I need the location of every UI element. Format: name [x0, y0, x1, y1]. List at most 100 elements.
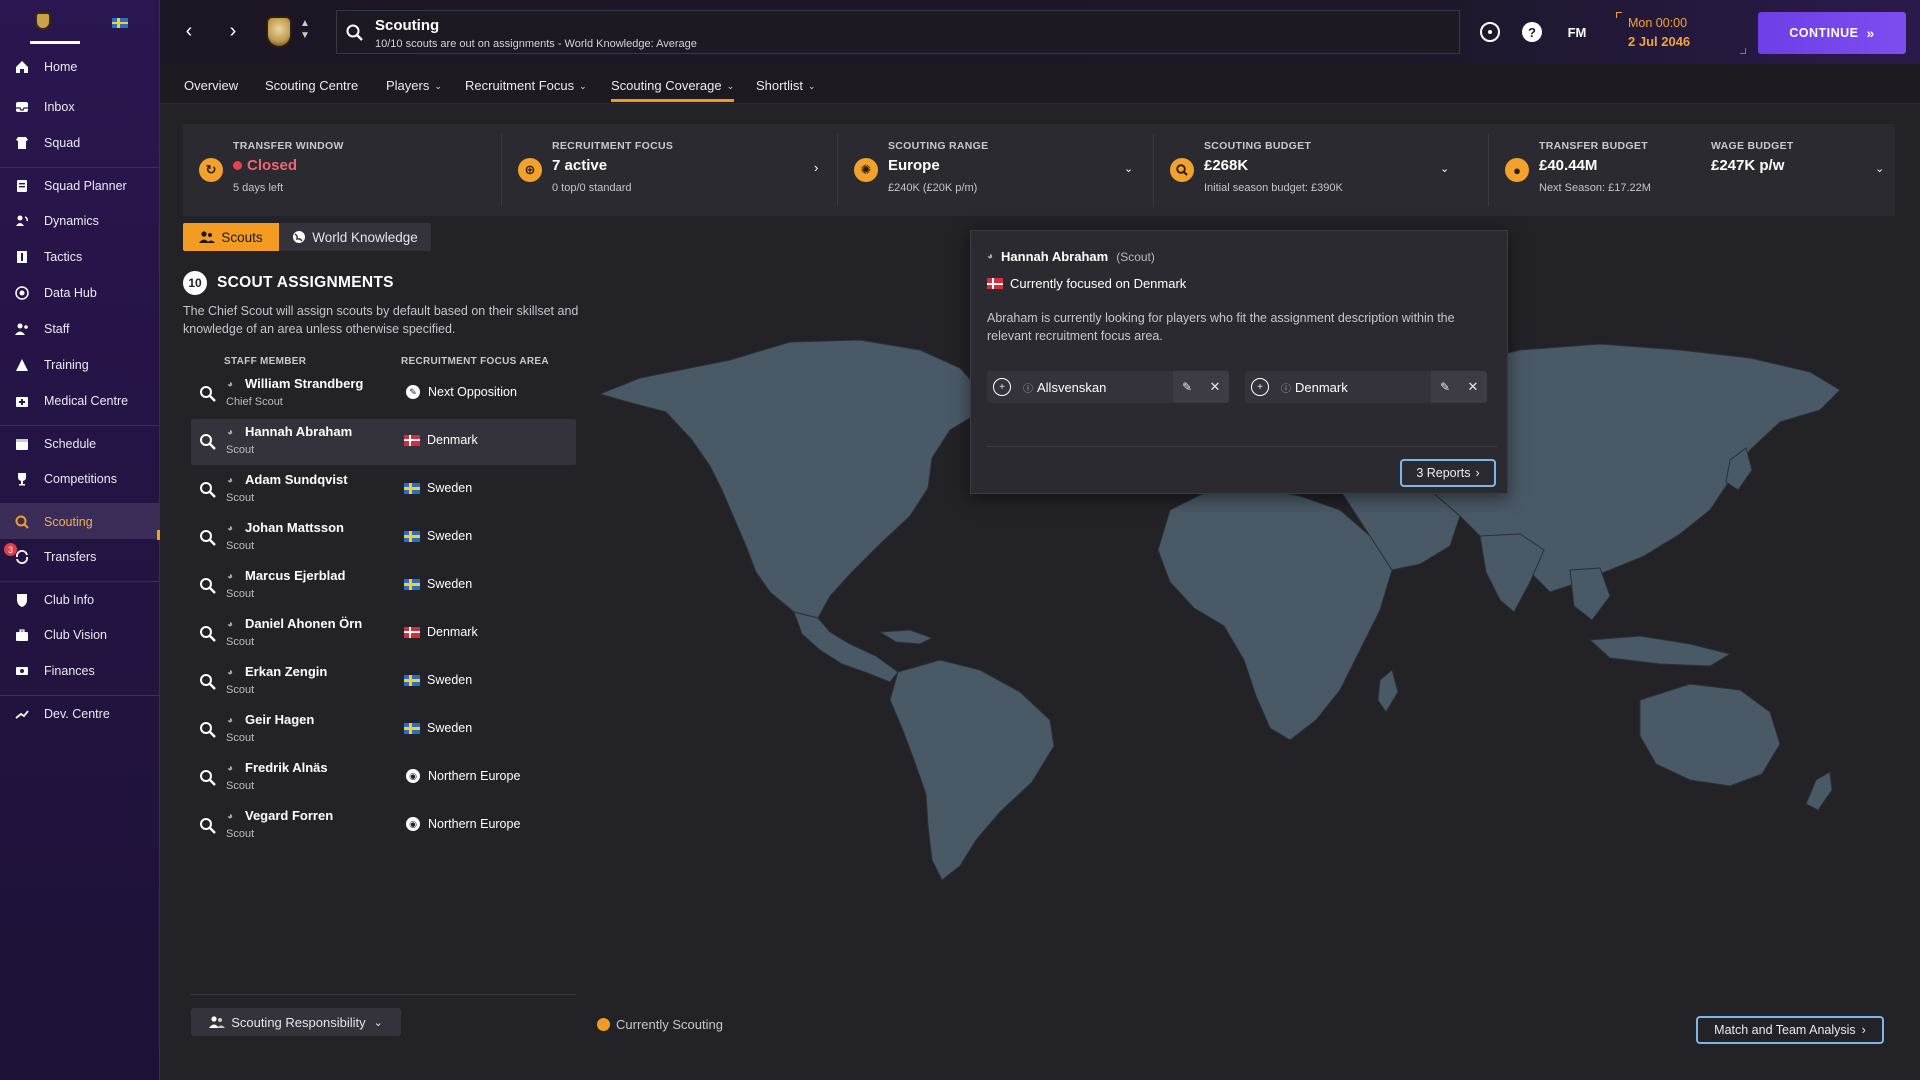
scout-focus-area[interactable]: ◉ Northern Europe: [404, 769, 520, 783]
scout-focus-area[interactable]: ◉ Northern Europe: [404, 817, 520, 831]
map-southeast-asia[interactable]: [1569, 567, 1611, 621]
scout-name[interactable]: Erkan Zengin: [245, 664, 327, 679]
magnifier-icon[interactable]: [199, 385, 217, 403]
scout-name[interactable]: Vegard Forren: [245, 808, 333, 823]
scouts-toggle-button[interactable]: Scouts: [183, 223, 279, 251]
scout-focus-area[interactable]: Denmark: [404, 625, 478, 639]
sidebar-item-medical-centre[interactable]: Medical Centre: [0, 383, 160, 419]
map-north-america[interactable]: [598, 339, 981, 619]
scout-row[interactable]: ◕ Marcus Ejerblad Scout Sweden: [191, 563, 576, 609]
scout-focus-area[interactable]: Denmark: [404, 433, 478, 447]
magnifier-icon[interactable]: [199, 577, 217, 595]
sidebar-item-dynamics[interactable]: Dynamics: [0, 203, 160, 239]
magnifier-icon[interactable]: [199, 433, 217, 451]
date-display[interactable]: Mon 00:00 2 Jul 2046: [1616, 12, 1746, 54]
magnifier-icon[interactable]: [199, 721, 217, 739]
chevron-down-icon[interactable]: ⌄: [1440, 162, 1449, 175]
scouting-budget-panel[interactable]: SCOUTING BUDGET £268K Initial season bud…: [1154, 124, 1488, 216]
scout-name[interactable]: Daniel Ahonen Örn: [245, 616, 362, 631]
chevron-down-icon[interactable]: ⌄: [1124, 162, 1133, 175]
sidebar-item-squad-planner[interactable]: Squad Planner: [0, 167, 160, 203]
recruitment-focus-panel[interactable]: ⊕ RECRUITMENT FOCUS 7 active 0 top/0 sta…: [502, 124, 837, 216]
world-knowledge-toggle-button[interactable]: World Knowledge: [279, 223, 431, 251]
sidebar-item-scouting[interactable]: Scouting: [0, 503, 160, 540]
scout-row[interactable]: ◕ Adam Sundqvist Scout Sweden: [191, 467, 576, 513]
sidebar-item-training[interactable]: Training: [0, 347, 160, 383]
search-bar[interactable]: Scouting 10/10 scouts are out on assignm…: [336, 10, 1460, 54]
budget-panel[interactable]: ● TRANSFER BUDGET £40.44M Next Season: £…: [1489, 124, 1895, 216]
club-crest-icon[interactable]: [35, 12, 51, 30]
scout-focus-area[interactable]: Sweden: [404, 577, 472, 591]
tab-players[interactable]: Players ⌄: [386, 72, 442, 102]
assignment-chip-denmark[interactable]: + ⓘ Denmark ✎ ✕: [1245, 371, 1487, 403]
tab-scouting-coverage[interactable]: Scouting Coverage ⌄: [611, 72, 735, 102]
sidebar-item-inbox[interactable]: Inbox: [0, 89, 160, 125]
scout-name[interactable]: Marcus Ejerblad: [245, 568, 345, 583]
sidebar-item-tactics[interactable]: Tactics: [0, 239, 160, 275]
sidebar-item-competitions[interactable]: Competitions: [0, 461, 160, 497]
tab-scouting-centre[interactable]: Scouting Centre: [265, 72, 358, 102]
map-new-zealand[interactable]: [1805, 771, 1833, 811]
match-team-analysis-button[interactable]: Match and Team Analysis ›: [1696, 1016, 1884, 1044]
sidebar-item-squad[interactable]: Squad: [0, 125, 160, 161]
transfer-window-panel[interactable]: ↻ TRANSFER WINDOW Closed 5 days left: [183, 124, 501, 216]
map-central-america[interactable]: [793, 611, 899, 683]
reports-button[interactable]: 3 Reports ›: [1400, 459, 1496, 487]
map-india[interactable]: [1479, 533, 1545, 613]
scout-row[interactable]: ◕ Hannah Abraham Scout Denmark: [191, 419, 576, 465]
scout-focus-area[interactable]: Sweden: [404, 721, 472, 735]
scout-name[interactable]: William Strandberg: [245, 376, 363, 391]
scout-focus-area[interactable]: ✎ Next Opposition: [404, 385, 517, 399]
magnifier-icon[interactable]: [199, 529, 217, 547]
scouting-responsibility-button[interactable]: Scouting Responsibility ⌄: [191, 1008, 401, 1036]
scouting-range-panel[interactable]: ✺ SCOUTING RANGE Europe £240K (£20K p/m)…: [838, 124, 1153, 216]
assignment-chip-allsvenskan[interactable]: + ⓘ Allsvenskan ✎ ✕: [987, 371, 1229, 403]
club-crest-icon[interactable]: [266, 16, 292, 48]
edit-icon[interactable]: ✎: [1173, 371, 1201, 403]
fm-menu-button[interactable]: FM: [1562, 22, 1592, 42]
ball-icon[interactable]: [1480, 22, 1500, 42]
chevron-down-icon[interactable]: ⌄: [1875, 162, 1884, 175]
edit-icon[interactable]: ✎: [1431, 371, 1459, 403]
magnifier-icon[interactable]: [199, 673, 217, 691]
map-indonesia[interactable]: [1588, 635, 1732, 667]
scout-name[interactable]: Adam Sundqvist: [245, 472, 348, 487]
map-caribbean[interactable]: [878, 629, 934, 645]
scout-row[interactable]: ◕ Vegard Forren Scout ◉ Northern Europe: [191, 803, 576, 849]
nation-flag-icon[interactable]: [112, 18, 128, 28]
continue-button[interactable]: CONTINUE »: [1758, 12, 1906, 54]
tab-shortlist[interactable]: Shortlist ⌄: [756, 72, 816, 102]
sidebar-item-home[interactable]: Home: [0, 49, 160, 85]
sidebar-item-staff[interactable]: Staff: [0, 311, 160, 347]
close-icon[interactable]: ✕: [1459, 371, 1487, 403]
scout-name[interactable]: Hannah Abraham: [245, 424, 352, 439]
scout-name[interactable]: Johan Mattsson: [245, 520, 344, 535]
map-africa[interactable]: [1157, 487, 1393, 741]
sidebar-item-schedule[interactable]: Schedule: [0, 425, 160, 461]
sidebar-item-data-hub[interactable]: Data Hub: [0, 275, 160, 311]
column-header-staff[interactable]: STAFF MEMBER: [224, 356, 306, 367]
scout-row[interactable]: ◕ William Strandberg Chief Scout ✎ Next Oppo…: [191, 371, 576, 417]
sidebar-item-club-info[interactable]: Club Info: [0, 581, 160, 617]
map-south-america[interactable]: [889, 659, 1055, 880]
magnifier-icon[interactable]: [199, 769, 217, 787]
column-header-area[interactable]: RECRUITMENT FOCUS AREA: [401, 356, 549, 367]
scout-row[interactable]: ◕ Fredrik Alnäs Scout ◉ Northern Europe: [191, 755, 576, 801]
help-icon[interactable]: ?: [1522, 22, 1542, 42]
club-switch-icon[interactable]: ▲ ▼: [300, 18, 310, 42]
magnifier-icon[interactable]: [199, 481, 217, 499]
back-arrow-icon[interactable]: ‹: [178, 20, 200, 42]
magnifier-icon[interactable]: [199, 817, 217, 835]
popup-scout-name[interactable]: Hannah Abraham: [1001, 249, 1108, 264]
sidebar-item-dev-centre[interactable]: Dev. Centre: [0, 695, 160, 731]
scout-row[interactable]: ◕ Johan Mattsson Scout Sweden: [191, 515, 576, 561]
scout-row[interactable]: ◕ Geir Hagen Scout Sweden: [191, 707, 576, 753]
sidebar-item-finances[interactable]: Finances: [0, 653, 160, 689]
scout-focus-area[interactable]: Sweden: [404, 529, 472, 543]
scout-focus-area[interactable]: Sweden: [404, 673, 472, 687]
chevron-right-icon[interactable]: ›: [814, 160, 818, 175]
sidebar-item-transfers[interactable]: 3 Transfers: [0, 539, 160, 575]
map-madagascar[interactable]: [1377, 669, 1399, 713]
scout-focus-area[interactable]: Sweden: [404, 481, 472, 495]
tab-recruitment-focus[interactable]: Recruitment Focus ⌄: [465, 72, 587, 102]
